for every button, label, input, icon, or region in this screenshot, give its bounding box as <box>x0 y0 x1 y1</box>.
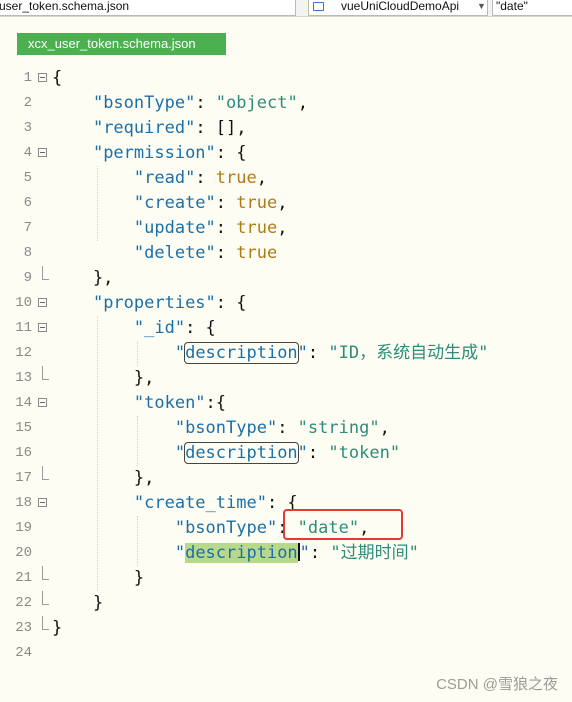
fold-end-marker <box>42 616 49 630</box>
code-line: 22 } <box>0 591 572 616</box>
line-number: 13 <box>15 370 32 386</box>
watermark: CSDN @雪狼之夜 <box>436 676 558 693</box>
project-selector[interactable]: vueUniCloudDemoApi ▼ <box>308 0 488 16</box>
fold-toggle-icon[interactable] <box>38 298 47 307</box>
line-number: 12 <box>15 345 32 361</box>
fold-end-marker <box>42 366 49 380</box>
annotation-highlight-box <box>283 509 403 540</box>
json-key: "update" <box>133 218 216 238</box>
line-number: 18 <box>15 495 32 511</box>
editor-tab[interactable]: xcx_user_token.schema.json <box>17 33 226 55</box>
line-number: 5 <box>23 170 32 186</box>
code-line: 20 "description ": "过期时间" <box>0 541 572 566</box>
json-bool-value: true <box>236 218 278 238</box>
code-line: 4 "permission": { <box>0 141 572 166</box>
search-input[interactable]: "date" <box>492 0 572 16</box>
code-line: 11 "_id": { <box>0 316 572 341</box>
line-number: 2 <box>23 95 32 111</box>
code-line: 15 "bsonType": "string", <box>0 416 572 441</box>
json-key: "token" <box>133 393 206 413</box>
json-key: "bsonType" <box>92 93 196 113</box>
json-key: "permission" <box>92 143 216 163</box>
brace: { <box>52 68 63 88</box>
line-number: 8 <box>23 245 32 261</box>
matched-word: description <box>184 342 299 364</box>
selected-word: description <box>185 543 298 563</box>
code-line: 24 <box>0 641 572 666</box>
code-line: 8 "delete": true <box>0 241 572 266</box>
code-line: 6 "create": true, <box>0 191 572 216</box>
fold-toggle-icon[interactable] <box>38 498 47 507</box>
json-key: "delete" <box>133 243 216 263</box>
top-toolbar: user_token.schema.json vueUniCloudDemoAp… <box>0 0 572 17</box>
json-key: "_id" <box>133 318 186 338</box>
json-string-value: "token" <box>328 443 401 463</box>
code-line: 14 "token":{ <box>0 391 572 416</box>
line-number: 7 <box>23 220 32 236</box>
fold-toggle-icon[interactable] <box>38 73 47 82</box>
line-number: 9 <box>23 270 32 286</box>
line-number: 22 <box>15 595 32 611</box>
code-line: 9 }, <box>0 266 572 291</box>
json-string-value: "过期时间" <box>330 543 419 563</box>
json-key: "bsonType" <box>174 518 278 538</box>
code-line: 12 "description": "ID，系统自动生成" <box>0 341 572 366</box>
dropdown-arrow-icon[interactable]: ▼ <box>477 0 486 15</box>
code-line: 23 } <box>0 616 572 641</box>
json-key: "create_time" <box>133 493 267 513</box>
code-editor[interactable]: 1 { 2 "bsonType": "object", 3 "required"… <box>0 66 572 702</box>
fold-end-marker <box>42 466 49 480</box>
line-number: 6 <box>23 195 32 211</box>
fold-end-marker <box>42 266 49 280</box>
code-line: 21 } <box>0 566 572 591</box>
json-string-value: "object" <box>215 93 298 113</box>
line-number: 19 <box>15 520 32 536</box>
project-name: vueUniCloudDemoApi <box>341 0 460 13</box>
code-line: 5 "read": true, <box>0 166 572 191</box>
fold-toggle-icon[interactable] <box>38 148 47 157</box>
fold-toggle-icon[interactable] <box>38 398 47 407</box>
line-number: 3 <box>23 120 32 136</box>
line-number: 16 <box>15 445 32 461</box>
json-bool-value: true <box>236 243 278 263</box>
fold-end-marker <box>42 566 49 580</box>
code-line: 7 "update": true, <box>0 216 572 241</box>
project-folder-icon <box>313 2 324 11</box>
json-bool-value: true <box>236 193 278 213</box>
line-number: 4 <box>23 145 32 161</box>
json-key: "bsonType" <box>174 418 278 438</box>
json-string-value: "string" <box>297 418 380 438</box>
line-number: 23 <box>15 620 32 636</box>
code-line: 16 "description": "token" <box>0 441 572 466</box>
code-line: 2 "bsonType": "object", <box>0 91 572 116</box>
code-line: 13 }, <box>0 366 572 391</box>
fold-end-marker <box>42 591 49 605</box>
json-array-value: [] <box>215 118 237 138</box>
json-bool-value: true <box>215 168 257 188</box>
code-line: 1 { <box>0 66 572 91</box>
json-key: "create" <box>133 193 216 213</box>
line-number: 14 <box>15 395 32 411</box>
line-number: 17 <box>15 470 32 486</box>
code-line: 3 "required": [], <box>0 116 572 141</box>
json-key: "required" <box>92 118 196 138</box>
code-line: 17 }, <box>0 466 572 491</box>
line-number: 10 <box>15 295 32 311</box>
line-number: 11 <box>15 320 32 336</box>
fold-toggle-icon[interactable] <box>38 323 47 332</box>
line-number: 1 <box>23 70 32 86</box>
json-string-value: "ID，系统自动生成" <box>328 343 489 363</box>
file-path-field[interactable]: user_token.schema.json <box>0 0 296 16</box>
json-key: "read" <box>133 168 196 188</box>
line-number: 15 <box>15 420 32 436</box>
line-number: 20 <box>15 545 32 561</box>
line-number: 24 <box>15 645 32 661</box>
json-key: "properties" <box>92 293 216 313</box>
line-number: 21 <box>15 570 32 586</box>
code-line: 10 "properties": { <box>0 291 572 316</box>
matched-word: description <box>184 442 299 464</box>
